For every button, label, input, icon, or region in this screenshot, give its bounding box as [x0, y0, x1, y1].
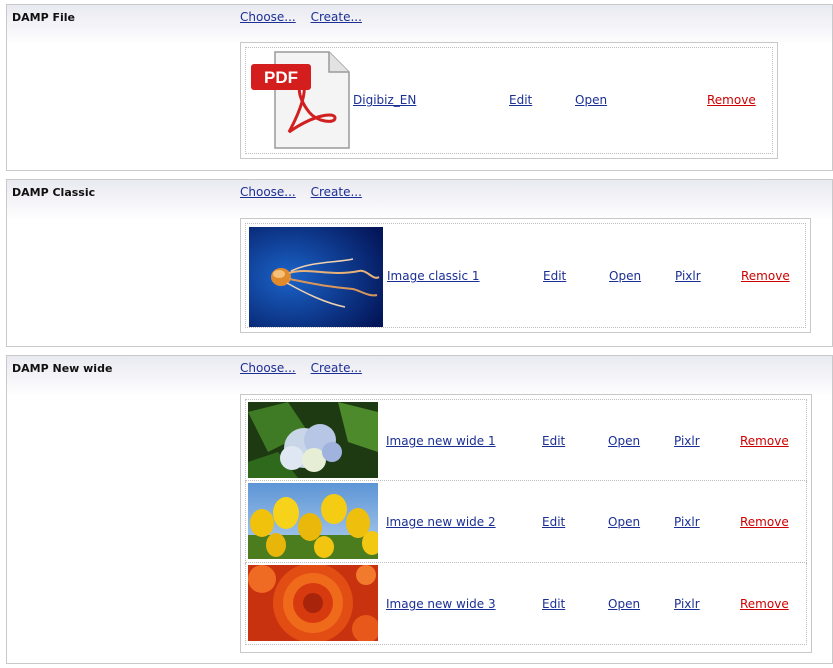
remove-link[interactable]: Remove [740, 515, 789, 529]
remove-link[interactable]: Remove [741, 269, 790, 283]
choose-link[interactable]: Choose... [240, 10, 296, 24]
damp-file-section: DAMP File Choose... Create... PDF Digibi… [6, 4, 833, 171]
section-label: DAMP New wide [12, 362, 113, 375]
image-list-box: Image classic 1 Edit Open Pixlr Remove [240, 218, 811, 333]
edit-link[interactable]: Edit [542, 515, 565, 529]
list-item: Image new wide 1 Edit Open Pixlr Remove [245, 399, 807, 481]
list-item: Image classic 1 Edit Open Pixlr Remove [245, 223, 806, 328]
tulips-image[interactable] [248, 483, 378, 559]
list-item: Image new wide 2 Edit Open Pixlr Remove [245, 481, 807, 563]
section-label: DAMP Classic [12, 186, 96, 199]
open-link[interactable]: Open [608, 515, 640, 529]
create-link[interactable]: Create... [311, 185, 362, 199]
damp-new-wide-section: DAMP New wide Choose... Create... Image … [6, 355, 833, 664]
jellyfish-image[interactable] [249, 227, 383, 327]
pixlr-link[interactable]: Pixlr [675, 269, 701, 283]
item-name-link[interactable]: Image new wide 1 [386, 434, 496, 448]
item-name-link[interactable]: Image new wide 2 [386, 515, 496, 529]
create-link[interactable]: Create... [311, 10, 362, 24]
section-actions: Choose... Create... [240, 185, 373, 199]
open-link[interactable]: Open [608, 597, 640, 611]
item-name-link[interactable]: Digibiz_EN [353, 93, 416, 107]
choose-link[interactable]: Choose... [240, 185, 296, 199]
open-link[interactable]: Open [609, 269, 641, 283]
hydrangea-image[interactable] [248, 402, 378, 478]
item-name-link[interactable]: Image new wide 3 [386, 597, 496, 611]
remove-link[interactable]: Remove [707, 93, 756, 107]
create-link[interactable]: Create... [311, 361, 362, 375]
list-item: Image new wide 3 Edit Open Pixlr Remove [245, 563, 807, 645]
pdf-badge-text: PDF [264, 68, 298, 87]
section-actions: Choose... Create... [240, 10, 373, 24]
red-flower-image[interactable] [248, 565, 378, 641]
open-link[interactable]: Open [575, 93, 607, 107]
item-name-link[interactable]: Image classic 1 [387, 269, 480, 283]
open-link[interactable]: Open [608, 434, 640, 448]
choose-link[interactable]: Choose... [240, 361, 296, 375]
pixlr-link[interactable]: Pixlr [674, 597, 700, 611]
list-item: PDF Digibiz_EN Edit Open Remove [245, 47, 773, 154]
pixlr-link[interactable]: Pixlr [674, 515, 700, 529]
edit-link[interactable]: Edit [509, 93, 532, 107]
pixlr-link[interactable]: Pixlr [674, 434, 700, 448]
edit-link[interactable]: Edit [542, 434, 565, 448]
edit-link[interactable]: Edit [543, 269, 566, 283]
section-label: DAMP File [12, 11, 75, 24]
pdf-file-icon[interactable]: PDF [249, 50, 351, 152]
section-actions: Choose... Create... [240, 361, 373, 375]
image-list-box: Image new wide 1 Edit Open Pixlr Remove [240, 394, 812, 653]
remove-link[interactable]: Remove [740, 434, 789, 448]
remove-link[interactable]: Remove [740, 597, 789, 611]
edit-link[interactable]: Edit [542, 597, 565, 611]
file-list-box: PDF Digibiz_EN Edit Open Remove [240, 42, 778, 159]
damp-classic-section: DAMP Classic Choose... Create... Image c… [6, 179, 833, 347]
